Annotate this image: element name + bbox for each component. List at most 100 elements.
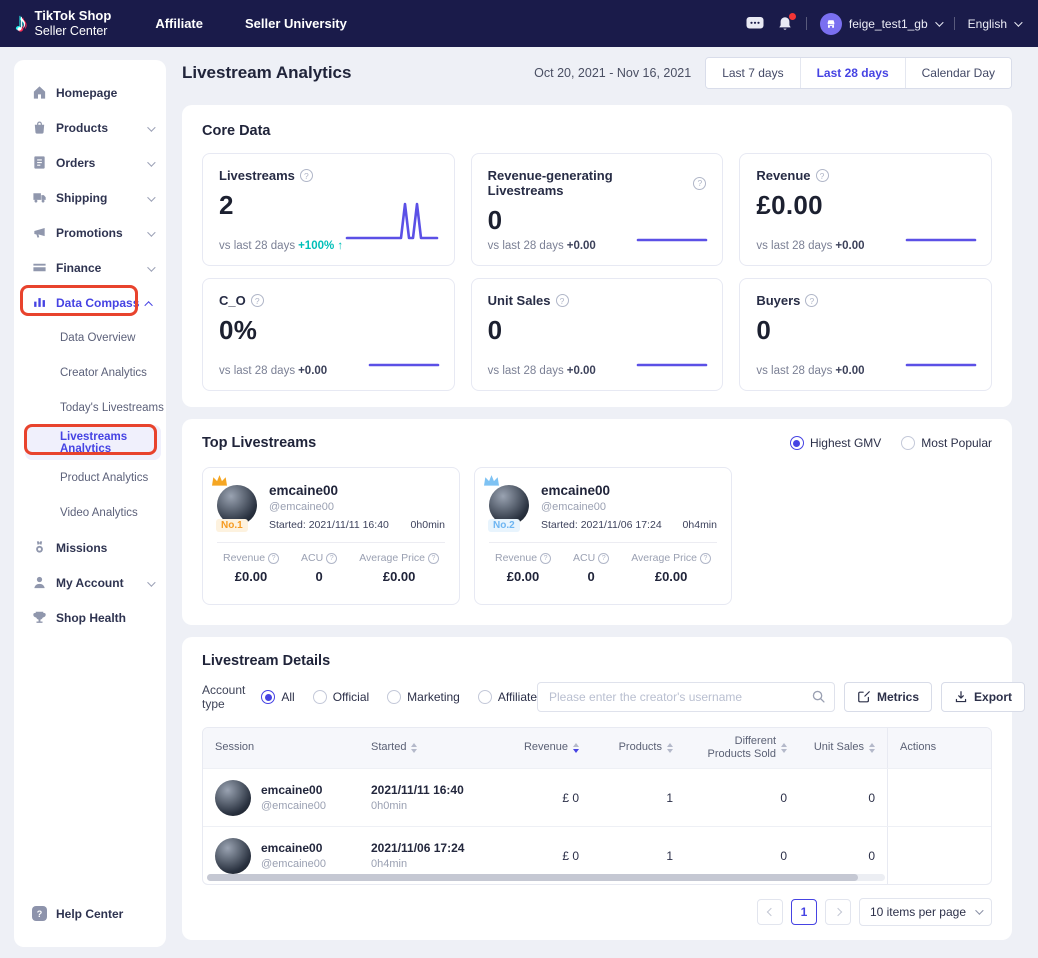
duration: 0h0min — [371, 800, 464, 812]
sort-icon[interactable] — [411, 743, 417, 753]
radio-label: Most Popular — [921, 436, 992, 450]
sidebar-subitem-creator-analytics[interactable]: Creator Analytics — [14, 355, 166, 390]
sidebar-item-label: Promotions — [56, 226, 123, 240]
last-7-days-button[interactable]: Last 7 days — [706, 58, 799, 88]
help-tooltip-icon[interactable]: ? — [268, 553, 279, 564]
sparkline-chart — [636, 356, 708, 374]
sidebar-item-products[interactable]: Products — [14, 110, 166, 145]
sort-icon-active[interactable] — [573, 743, 579, 753]
creator-search — [537, 682, 835, 712]
sidebar-item-label: My Account — [56, 576, 124, 590]
stat-value: £0.00 — [359, 569, 439, 584]
stat-value: £0.00 — [631, 569, 711, 584]
products-cell: 1 — [591, 769, 685, 826]
column-header-revenue[interactable]: Revenue — [499, 728, 591, 768]
radio-most-popular[interactable]: Most Popular — [901, 436, 992, 450]
messages-icon[interactable] — [746, 16, 764, 31]
radio-affiliate[interactable]: Affiliate — [478, 690, 537, 704]
nav-link-seller-university[interactable]: Seller University — [245, 16, 347, 31]
column-header-products[interactable]: Products — [591, 728, 685, 768]
sidebar-item-shipping[interactable]: Shipping — [14, 180, 166, 215]
stat-title: Revenue — [756, 168, 810, 183]
sidebar-item-finance[interactable]: Finance — [14, 250, 166, 285]
sort-radio-group: Highest GMV Most Popular — [790, 436, 992, 450]
stat-value: £0.00 — [495, 569, 551, 584]
help-tooltip-icon[interactable]: ? — [556, 294, 569, 307]
page-size-select[interactable]: 10 items per page — [859, 898, 992, 926]
radio-all[interactable]: All — [261, 690, 294, 704]
stat-label: Average Price — [359, 552, 425, 564]
promotions-megaphone-icon — [32, 225, 47, 240]
creator-search-input[interactable] — [537, 682, 835, 712]
scrollbar-thumb[interactable] — [207, 874, 858, 881]
radio-highest-gmv[interactable]: Highest GMV — [790, 436, 881, 450]
table-row[interactable]: emcaine00@emcaine00 2021/11/11 16:400h0m… — [203, 768, 991, 826]
top-livestream-card-2[interactable]: No.2 emcaine00 @emcaine00 Started: 2021/… — [474, 467, 732, 605]
current-page-button[interactable]: 1 — [791, 899, 817, 925]
user-menu[interactable]: feige_test1_gb — [820, 13, 941, 35]
prev-page-button[interactable] — [757, 899, 783, 925]
help-tooltip-icon[interactable]: ? — [540, 553, 551, 564]
language-selector[interactable]: English — [968, 17, 1020, 31]
help-tooltip-icon[interactable]: ? — [598, 553, 609, 564]
sidebar-subitem-livestreams-analytics[interactable]: Livestreams Analytics — [25, 425, 161, 460]
nav-link-affiliate[interactable]: Affiliate — [155, 16, 203, 31]
sidebar-item-promotions[interactable]: Promotions — [14, 215, 166, 250]
sidebar-subitem-data-overview[interactable]: Data Overview — [14, 320, 166, 355]
help-tooltip-icon[interactable]: ? — [326, 553, 337, 564]
help-tooltip-icon[interactable]: ? — [693, 177, 706, 190]
calendar-day-button[interactable]: Calendar Day — [905, 58, 1011, 88]
stat-title: C_O — [219, 293, 246, 308]
help-tooltip-icon[interactable]: ? — [816, 169, 829, 182]
top-livestream-card-1[interactable]: No.1 emcaine00 @emcaine00 Started: 2021/… — [202, 467, 460, 605]
horizontal-scrollbar[interactable] — [207, 874, 885, 881]
subitem-label: Data Overview — [60, 332, 135, 344]
sidebar-subitem-video-analytics[interactable]: Video Analytics — [14, 495, 166, 530]
sidebar-item-shop-health[interactable]: Shop Health — [14, 600, 166, 635]
radio-marketing[interactable]: Marketing — [387, 690, 460, 704]
sort-icon[interactable] — [667, 743, 673, 753]
sidebar-item-orders[interactable]: Orders — [14, 145, 166, 180]
notifications-bell-icon[interactable] — [777, 16, 793, 32]
compare-label: vs last 28 days — [219, 240, 295, 252]
different-products-sold-cell: 0 — [685, 769, 799, 826]
creator-avatar — [215, 838, 251, 874]
sort-icon[interactable] — [869, 743, 875, 753]
sidebar-item-homepage[interactable]: Homepage — [14, 75, 166, 110]
sort-icon[interactable] — [781, 743, 787, 753]
radio-official[interactable]: Official — [313, 690, 369, 704]
search-icon[interactable] — [811, 689, 826, 709]
sidebar-item-data-compass[interactable]: Data Compass — [14, 285, 166, 320]
sidebar-item-missions[interactable]: Missions — [14, 530, 166, 565]
sidebar-item-my-account[interactable]: My Account — [14, 565, 166, 600]
metrics-button[interactable]: Metrics — [844, 682, 932, 712]
column-header-session: Session — [203, 728, 359, 768]
sidebar-subitem-todays-livestreams[interactable]: Today's Livestreams — [14, 390, 166, 425]
help-tooltip-icon[interactable]: ? — [251, 294, 264, 307]
column-header-unit-sales[interactable]: Unit Sales — [799, 728, 887, 768]
next-page-button[interactable] — [825, 899, 851, 925]
top-nav-links: Affiliate Seller University — [155, 16, 347, 31]
sidebar: Homepage Products Orders Shipping Promot… — [14, 60, 166, 947]
top-livestream-cards: No.1 emcaine00 @emcaine00 Started: 2021/… — [202, 467, 992, 605]
help-tooltip-icon[interactable]: ? — [428, 553, 439, 564]
sidebar-subitem-product-analytics[interactable]: Product Analytics — [14, 460, 166, 495]
sidebar-item-label: Data Compass — [56, 296, 139, 310]
home-icon — [32, 85, 47, 100]
help-tooltip-icon[interactable]: ? — [805, 294, 818, 307]
my-account-user-icon — [32, 575, 47, 590]
last-28-days-button[interactable]: Last 28 days — [800, 58, 905, 88]
table-header-row: Session Started Revenue Products Differe… — [203, 728, 991, 768]
column-header-started[interactable]: Started — [359, 728, 499, 768]
stat-card-revenue: Revenue? £0.00 vs last 28 days+0.00 — [739, 153, 992, 266]
stat-label: ACU — [301, 552, 323, 564]
help-tooltip-icon[interactable]: ? — [700, 553, 711, 564]
stat-label: Average Price — [631, 552, 697, 564]
column-header-different-products-sold[interactable]: Different Products Sold — [685, 728, 799, 768]
export-button[interactable]: Export — [941, 682, 1025, 712]
stat-title: Buyers — [756, 293, 800, 308]
column-header-actions: Actions — [887, 728, 991, 768]
tiktok-shop-logo[interactable]: ♪ TikTok Shop Seller Center — [0, 8, 111, 39]
help-center-link[interactable]: ? Help Center — [32, 906, 123, 921]
help-tooltip-icon[interactable]: ? — [300, 169, 313, 182]
